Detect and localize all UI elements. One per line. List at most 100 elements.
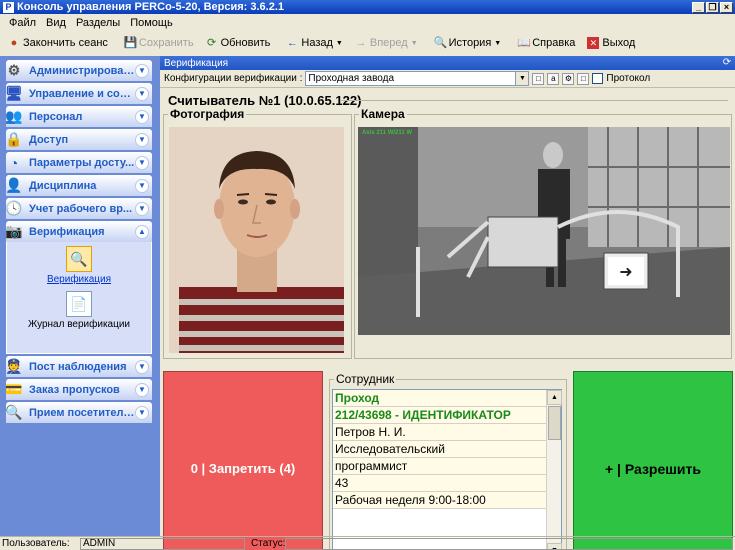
chevron-down-icon[interactable]: ▼ [135, 178, 149, 193]
minimize-button[interactable]: _ [692, 1, 705, 13]
list-item: 43 [333, 475, 547, 492]
document-icon[interactable]: □ [532, 72, 545, 85]
help-book-icon: 📖 [517, 37, 531, 49]
deny-button[interactable]: 0 | Запретить (4) [163, 371, 323, 550]
chevron-down-icon[interactable]: ▼ [135, 382, 149, 397]
sidebar-item-personnel[interactable]: 👥 Персонал ▼ [5, 106, 152, 127]
list-item: Исследовательский [333, 441, 547, 458]
monitor-icon: 🖥 [5, 85, 23, 101]
scroll-thumb[interactable] [548, 406, 561, 440]
title-bar: P Консоль управления PERCo-5-20, Версия:… [0, 0, 735, 14]
employee-photo [169, 127, 344, 353]
reader-title: Считыватель №1 (10.0.65.122) [168, 93, 362, 108]
camera-icon: 📷 [5, 223, 23, 239]
sub-item-verification-journal[interactable]: 📄 Журнал верификации [28, 291, 130, 330]
menu-file[interactable]: Файл [4, 17, 41, 29]
sidebar-item-management[interactable]: 🖥 Управление и соб... ▼ [5, 83, 152, 104]
sidebar-item-discipline[interactable]: 👤 Дисциплина ▼ [5, 175, 152, 196]
list-item: Петров Н. И. [333, 424, 547, 441]
svg-text:➜: ➜ [619, 262, 632, 281]
visitor-icon: 🔍 [5, 404, 23, 420]
sub-item-verification[interactable]: 🔍 Верификация [47, 246, 111, 285]
list-item: 212/43698 - ИДЕНТИФИКАТОР [333, 407, 547, 424]
sidebar-item-pass-orders[interactable]: 💳 Заказ пропусков ▼ [5, 379, 152, 400]
maximize-button[interactable]: ❐ [706, 1, 719, 13]
back-button[interactable]: ← Назад ▼ [280, 33, 348, 53]
guard-icon: 👮 [5, 358, 23, 374]
end-session-icon: ● [10, 37, 18, 49]
window-title: Консоль управления PERCo-5-20, Версия: 3… [17, 1, 285, 13]
close-button[interactable]: × [720, 1, 733, 13]
end-session-button[interactable]: ● Закончить сеанс [2, 33, 114, 53]
exit-button[interactable]: ✕ Выход [581, 33, 641, 53]
camera-feed: ➜ Axis 211 W/211 W [358, 127, 730, 335]
status-value [285, 537, 733, 550]
sidebar-item-access-params[interactable]: ◔ Параметры досту... ▼ [6, 152, 152, 173]
sidebar-item-administration[interactable]: ⚙ Администрирование ▼ [6, 60, 152, 81]
abc-icon[interactable]: a [547, 72, 560, 85]
history-icon: 🔍 [433, 37, 448, 49]
refresh-icon[interactable]: ⟳ [721, 57, 733, 69]
user-value: ADMIN [80, 537, 245, 550]
sidebar-item-observation-post[interactable]: 👮 Пост наблюдения ▼ [5, 356, 152, 377]
chevron-down-icon[interactable]: ▼ [135, 201, 149, 216]
sidebar-item-time-tracking[interactable]: 🕓 Учет рабочего вр... ▼ [5, 198, 152, 219]
config-bar: Конфигурации верификации : Проходная зав… [160, 70, 735, 88]
sidebar-item-visitors[interactable]: 🔍 Прием посетителей ▼ [5, 402, 152, 423]
sidebar: ⚙ Администрирование ▼ 🖥 Управление и соб… [0, 56, 160, 536]
config-select[interactable]: Проходная завода ▼ [305, 71, 530, 86]
list-item: Проход [333, 390, 547, 407]
scrollbar[interactable]: ▲ ▼ [546, 390, 562, 550]
help-button[interactable]: 📖 Справка [511, 33, 581, 53]
sidebar-item-access[interactable]: 🔒 Доступ ▼ [5, 129, 152, 150]
camera-group: Камера ➜ Axis 211 W/211 W [354, 107, 732, 359]
main-area: Верификация ⟳ Конфигурации верификации :… [160, 56, 735, 550]
app-icon: P [3, 1, 14, 13]
chevron-down-icon[interactable]: ▼ [135, 359, 149, 374]
verification-panel: 🔍 Верификация 📄 Журнал верификации [6, 242, 152, 354]
allow-button[interactable]: + | Разрешить [573, 371, 733, 550]
copy-icon[interactable]: □ [577, 72, 590, 85]
clock-icon: 🕓 [5, 200, 23, 216]
sidebar-item-verification[interactable]: 📷 Верификация ▲ [5, 221, 152, 242]
refresh-button[interactable]: ⟳ Обновить [200, 33, 277, 53]
menu-sections[interactable]: Разделы [71, 17, 125, 29]
chevron-down-icon: ▼ [494, 39, 502, 47]
verification-content: Считыватель №1 (10.0.65.122) Фотография [160, 88, 735, 550]
chevron-down-icon: ▼ [335, 39, 343, 47]
list-item: программист [333, 458, 547, 475]
journal-icon: 📄 [65, 291, 92, 317]
menu-bar: Файл Вид Разделы Помощь [0, 14, 735, 32]
main-header: Верификация ⟳ [160, 56, 735, 70]
save-button[interactable]: 💾 Сохранить [118, 33, 200, 53]
person-icon: 👤 [5, 177, 23, 193]
chevron-down-icon[interactable]: ▼ [135, 405, 149, 420]
chevron-down-icon[interactable]: ▼ [135, 155, 149, 170]
status-bar: Пользователь: ADMIN Статус: [0, 536, 735, 550]
protocol-checkbox[interactable] [592, 73, 604, 84]
chevron-down-icon[interactable]: ▼ [135, 109, 149, 124]
people-icon: 👥 [5, 108, 23, 124]
scroll-up-icon[interactable]: ▲ [547, 390, 562, 405]
chevron-down-icon[interactable]: ▼ [135, 63, 149, 78]
refresh-icon: ⟳ [206, 37, 217, 49]
pie-chart-icon: ◔ [9, 154, 19, 171]
photo-group: Фотография [163, 107, 352, 359]
menu-help[interactable]: Помощь [125, 17, 178, 29]
forward-button[interactable]: → Вперед ▼ [349, 33, 424, 53]
arrow-right-icon: → [355, 37, 367, 49]
settings-icon[interactable]: ⚙ [562, 72, 575, 85]
history-button[interactable]: 🔍 История ▼ [428, 33, 508, 53]
lock-icon: 🔒 [5, 131, 23, 147]
chevron-up-icon[interactable]: ▲ [135, 224, 149, 239]
chevron-down-icon[interactable]: ▼ [135, 132, 149, 147]
gears-icon: ⚙ [7, 62, 21, 78]
chevron-down-icon: ▼ [515, 72, 529, 85]
menu-view[interactable]: Вид [41, 17, 71, 29]
chevron-down-icon: ▼ [410, 39, 418, 47]
employee-group: Сотрудник Проход 212/43698 - ИДЕНТИФИКАТ… [329, 372, 567, 550]
list-item: Рабочая неделя 9:00-18:00 [333, 492, 547, 509]
chevron-down-icon[interactable]: ▼ [135, 86, 149, 101]
id-card-icon: 💳 [5, 381, 23, 397]
arrow-left-icon: ← [286, 37, 298, 49]
